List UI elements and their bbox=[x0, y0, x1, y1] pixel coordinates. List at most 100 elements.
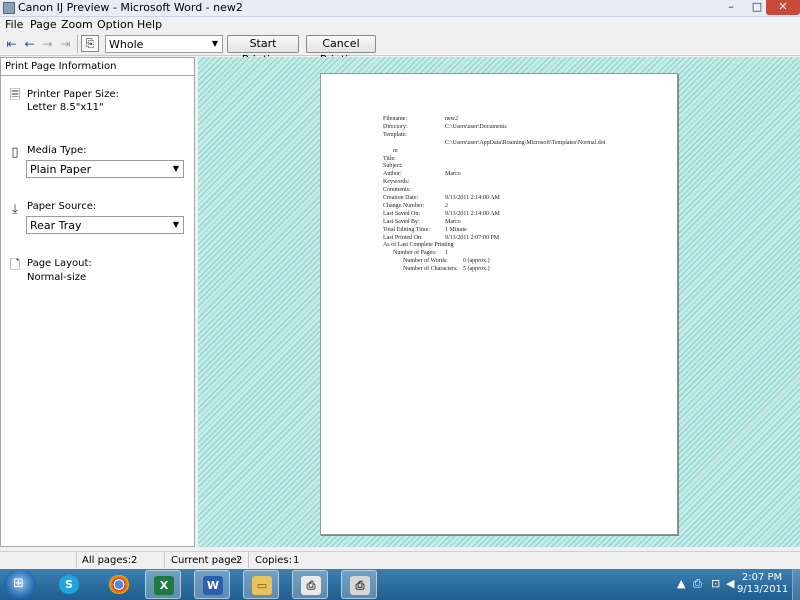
clock-time: 2:07 PM bbox=[741, 572, 783, 583]
skype-icon: S bbox=[59, 575, 79, 594]
preview-page: Filename: new2 Directory: C:\Users\user\Doc… bbox=[320, 73, 678, 535]
windows-logo-icon: ⊞ bbox=[13, 576, 24, 591]
all-pages-label: All pages: bbox=[82, 555, 132, 566]
paper-source-icon: ⤓ bbox=[12, 202, 18, 217]
doc-property-label: As of Last Complete Printing bbox=[383, 242, 454, 249]
taskbar-skype[interactable]: S bbox=[51, 570, 87, 599]
show-hidden-icons-icon[interactable]: ▲ bbox=[677, 578, 685, 590]
doc-property-label: Keywords: bbox=[383, 179, 410, 186]
canon-preview-icon: ⎙ bbox=[301, 576, 321, 595]
status-current-page: Current page: 2 bbox=[164, 552, 250, 568]
taskbar-excel[interactable]: X bbox=[145, 570, 181, 599]
menu-zoom[interactable]: Zoom bbox=[61, 18, 93, 31]
doc-property-label: m bbox=[393, 147, 398, 154]
first-page-icon[interactable]: ⇤ bbox=[3, 36, 20, 52]
doc-property-value: 1 Minute bbox=[445, 226, 467, 233]
menu-page[interactable]: Page bbox=[30, 18, 57, 31]
page-layout-label: Page Layout: bbox=[27, 258, 92, 269]
network-icon[interactable]: ⊡ bbox=[711, 578, 720, 590]
media-type-value: Plain Paper bbox=[30, 163, 92, 176]
zoom-select-value: Whole bbox=[109, 38, 144, 51]
page-view-icon[interactable]: ⎘ bbox=[81, 35, 99, 52]
preview-area[interactable]: Filename: new2 Directory: C:\Users\user\Doc… bbox=[198, 57, 800, 547]
doc-property-label: Comments: bbox=[383, 187, 411, 194]
paper-size-icon: 🗏 bbox=[9, 88, 21, 103]
doc-property-value: C:\Users\user\Documents bbox=[445, 123, 507, 130]
printer-icon: ⎙ bbox=[350, 576, 370, 595]
doc-property-label: Template: bbox=[383, 131, 407, 138]
doc-property-value: 9/13/2011 2:14:00 AM bbox=[445, 195, 500, 201]
menu-help[interactable]: Help bbox=[137, 18, 162, 31]
printer-paper-size-label: Printer Paper Size: bbox=[27, 89, 119, 100]
paper-source-value: Rear Tray bbox=[30, 219, 82, 232]
doc-property-value: 2 bbox=[445, 202, 448, 209]
volume-icon[interactable]: ◀ bbox=[726, 578, 734, 590]
window-title: Canon IJ Preview - Microsoft Word - new2 bbox=[18, 1, 243, 14]
copies-value: 1 bbox=[293, 555, 300, 566]
cancel-printing-button[interactable]: Cancel Printing bbox=[306, 35, 376, 66]
current-page-value: 2 bbox=[236, 555, 243, 566]
status-copies: Copies: 1 bbox=[248, 552, 308, 568]
clock[interactable]: 2:07 PM 9/13/2011 bbox=[737, 572, 788, 596]
taskbar-canon-preview[interactable]: ⎙ bbox=[292, 570, 328, 599]
doc-property-label: Change Number: bbox=[383, 202, 425, 209]
taskbar: ⊞ S X W ▭ ⎙ ⎙ ▲ ⎙ ⊡ ◀ 2:07 PM 9/13/2011 bbox=[0, 569, 800, 600]
doc-property-value: 5 (approx.) bbox=[463, 266, 490, 273]
status-bar: All pages: 2 Current page: 2 Copies: 1 bbox=[0, 551, 800, 569]
start-button[interactable]: ⊞ bbox=[4, 570, 36, 599]
explorer-icon: ▭ bbox=[252, 576, 272, 595]
doc-property-value: Marco bbox=[445, 218, 461, 225]
doc-property-label: Number of Pages: bbox=[393, 250, 437, 257]
doc-property-value: 9/13/2011 2:07:00 PM bbox=[445, 234, 500, 241]
zoom-select[interactable]: Whole ▼ bbox=[105, 35, 223, 53]
toolbar-separator bbox=[77, 35, 78, 53]
doc-property-label: Last Printed On: bbox=[383, 234, 423, 241]
minimize-button[interactable]: – bbox=[718, 0, 744, 15]
page-layout-icon: 🗋 bbox=[9, 258, 21, 273]
doc-property-label: Last Saved By: bbox=[383, 218, 420, 225]
status-all-pages: All pages: 2 bbox=[76, 552, 164, 568]
chevron-down-icon: ▼ bbox=[211, 39, 219, 48]
doc-property-label: Number of Characters: bbox=[403, 266, 458, 273]
media-type-select[interactable]: Plain Paper ▼ bbox=[26, 160, 184, 178]
chevron-down-icon: ▼ bbox=[172, 164, 180, 173]
doc-property-label: Author: bbox=[383, 171, 402, 178]
media-type-icon: ▯ bbox=[11, 145, 19, 160]
taskbar-explorer[interactable]: ▭ bbox=[243, 570, 279, 599]
show-desktop-button[interactable] bbox=[792, 569, 800, 600]
doc-property-value: Marco bbox=[445, 171, 461, 178]
doc-property-label: Number of Words: bbox=[403, 258, 448, 265]
doc-property-label: Creation Date: bbox=[383, 195, 419, 201]
menu-option[interactable]: Option bbox=[97, 18, 134, 31]
title-bar: Canon IJ Preview - Microsoft Word - new2… bbox=[0, 0, 800, 17]
paper-source-select[interactable]: Rear Tray ▼ bbox=[26, 216, 184, 234]
toolbar: ⇤ ← → ⇥ ⎘ Whole ▼ Start Printing Cancel … bbox=[0, 33, 800, 66]
doc-property-label: Subject: bbox=[383, 163, 403, 170]
word-icon: W bbox=[203, 576, 223, 595]
start-printing-button[interactable]: Start Printing bbox=[227, 35, 299, 66]
taskbar-word[interactable]: W bbox=[194, 570, 230, 599]
doc-property-label: Directory: bbox=[383, 123, 408, 130]
all-pages-value: 2 bbox=[131, 555, 138, 566]
copies-label: Copies: bbox=[255, 555, 292, 566]
taskbar-chrome[interactable] bbox=[101, 570, 137, 599]
close-button[interactable]: ✕ bbox=[766, 0, 800, 15]
paper-source-label: Paper Source: bbox=[27, 201, 97, 212]
doc-property-label: Filename: bbox=[383, 116, 407, 122]
chevron-down-icon: ▼ bbox=[172, 220, 180, 229]
printer-tray-icon[interactable]: ⎙ bbox=[693, 578, 702, 590]
doc-property-value: 1 bbox=[445, 250, 448, 257]
menu-file[interactable]: File bbox=[5, 18, 23, 31]
next-page-icon[interactable]: → bbox=[39, 36, 56, 52]
taskbar-printer[interactable]: ⎙ bbox=[341, 570, 377, 599]
current-page-label: Current page: bbox=[171, 555, 241, 566]
previous-page-icon[interactable]: ← bbox=[21, 36, 38, 52]
doc-property-label: Last Saved On: bbox=[383, 210, 420, 217]
excel-icon: X bbox=[154, 576, 174, 595]
menu-bar: File Page Zoom Option Help bbox=[0, 17, 800, 32]
panel-header: Print Page Information bbox=[1, 58, 194, 76]
app-icon bbox=[3, 2, 15, 14]
doc-property-value: new2 bbox=[445, 116, 458, 122]
media-type-label: Media Type: bbox=[27, 145, 87, 156]
last-page-icon[interactable]: ⇥ bbox=[57, 36, 74, 52]
